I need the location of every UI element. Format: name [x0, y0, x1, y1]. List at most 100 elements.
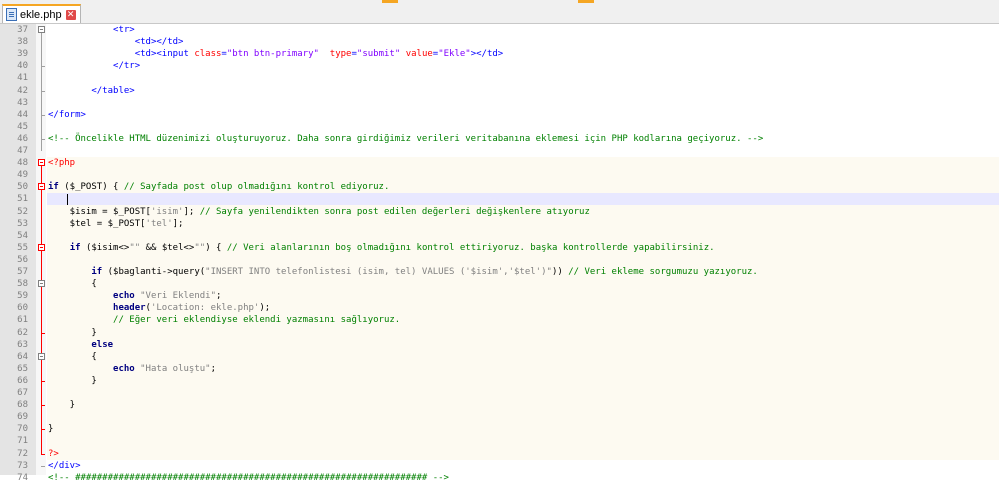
fold-toggle-icon[interactable] [38, 280, 45, 287]
code-text: </form> [48, 109, 86, 121]
code-text: } [48, 399, 75, 411]
code-line[interactable]: 53 $tel = $_POST['tel']; [0, 218, 999, 230]
code-token: "Veri Eklendi" [140, 291, 216, 301]
code-token: "" [194, 243, 206, 253]
code-line[interactable]: 68 } [0, 399, 999, 411]
code-line[interactable]: 37 <tr> [0, 24, 999, 36]
code-line[interactable]: 70} [0, 423, 999, 435]
code-line[interactable]: 59 echo "Veri Eklendi"; [0, 290, 999, 302]
fold-toggle-icon[interactable] [38, 244, 45, 251]
code-line[interactable]: 44 </form> [0, 109, 999, 121]
fold-toggle-icon[interactable] [38, 26, 45, 33]
code-line[interactable]: 43 [0, 97, 999, 109]
code-line[interactable]: 73 </div> [0, 460, 999, 472]
code-text: $isim = $_POST['isim']; // Sayfa yenilen… [48, 206, 590, 218]
code-token: } [48, 400, 76, 410]
code-line[interactable]: 71 [0, 435, 999, 447]
fold-guide-line [41, 33, 42, 151]
code-line[interactable]: 62 } [0, 327, 999, 339]
fold-end-marker [41, 333, 45, 334]
code-text: } [48, 327, 96, 339]
code-line[interactable]: 51 [0, 193, 999, 205]
code-line[interactable]: 66 } [0, 375, 999, 387]
code-token: } [48, 424, 54, 434]
code-line[interactable]: 45 [0, 121, 999, 133]
fold-end-marker [41, 405, 45, 406]
line-number: 44 [17, 110, 28, 120]
line-number: 50 [17, 182, 28, 192]
code-editor[interactable]: 37 <tr> 38 <td></td> 39 <td><input class="… [0, 24, 999, 483]
code-line[interactable]: 38 <td></td> [0, 36, 999, 48]
line-number: 38 [17, 37, 28, 47]
line-number: 41 [17, 73, 28, 83]
code-text: // Eğer veri eklendiyse eklendi yazmasın… [48, 314, 400, 326]
code-token: header [113, 303, 146, 313]
code-token: ; [210, 364, 217, 374]
code-text: if ($_POST) { // Sayfada post olup olmad… [48, 181, 389, 193]
code-line[interactable]: 47 [0, 145, 999, 157]
line-number: 66 [17, 376, 28, 386]
code-token: <!-- Öncelikle HTML düzenimizi oluşturuy… [48, 134, 764, 144]
fold-toggle-icon[interactable] [38, 159, 45, 166]
code-line[interactable]: 63 else [0, 339, 999, 351]
code-line[interactable]: 61 // Eğer veri eklendiyse eklendi yazma… [0, 314, 999, 326]
code-text: { [48, 278, 96, 290]
line-number: 71 [17, 436, 28, 446]
code-line[interactable]: 58 { [0, 278, 999, 290]
code-token: ]; [172, 219, 184, 229]
code-line[interactable]: 74 <!-- #################################… [0, 472, 999, 484]
code-line[interactable]: 49 [0, 169, 999, 181]
code-token: 'isim' [150, 207, 184, 217]
code-token: "Hata oluştu" [140, 364, 211, 374]
code-line[interactable]: 67 [0, 387, 999, 399]
code-line[interactable]: 42 </table> [0, 85, 999, 97]
line-number: 64 [17, 352, 28, 362]
code-text: echo "Veri Eklendi"; [48, 290, 221, 302]
code-text: <td><input class="btn btn-primary" type=… [48, 48, 504, 60]
code-token: $tel = $_POST[ [48, 219, 146, 229]
line-number: 47 [17, 146, 28, 156]
line-number: 70 [17, 424, 28, 434]
line-number: 58 [17, 279, 28, 289]
line-number: 63 [17, 340, 28, 350]
code-token: ); [259, 303, 271, 313]
tab-label: ekle.php [20, 8, 62, 21]
tab-ekle-php[interactable]: ekle.php ✕ [2, 4, 81, 23]
close-icon[interactable]: ✕ [65, 9, 76, 20]
code-line[interactable]: 56 [0, 254, 999, 266]
code-token: ></td> [470, 49, 504, 59]
fold-end-marker [41, 466, 45, 467]
code-token: // Eğer veri eklendiyse eklendi yazmasın… [113, 315, 401, 325]
code-line[interactable]: 40 </tr> [0, 60, 999, 72]
code-line[interactable]: 55 if ($isim<>"" && $tel<>"") { // Veri … [0, 242, 999, 254]
code-token: <?php [48, 158, 76, 168]
code-line[interactable]: 48 <?php [0, 157, 999, 169]
code-token: if [48, 182, 59, 192]
code-token: if [91, 267, 103, 277]
line-number: 55 [17, 243, 28, 253]
code-line[interactable]: 57 if ($baglanti->query("INSERT INTO tel… [0, 266, 999, 278]
code-line[interactable]: 41 [0, 72, 999, 84]
fold-toggle-icon[interactable] [38, 183, 45, 190]
code-line[interactable]: 54 [0, 230, 999, 242]
code-line[interactable]: 52 $isim = $_POST['isim']; // Sayfa yeni… [0, 206, 999, 218]
code-text: <?php [48, 157, 75, 169]
code-line[interactable]: 50 if ($_POST) { // Sayfada post olup olm… [0, 181, 999, 193]
code-token: && $tel<> [140, 243, 195, 253]
code-line[interactable]: 60 header('Location: ekle.php'); [0, 302, 999, 314]
code-line[interactable]: 65 echo "Hata oluştu"; [0, 363, 999, 375]
code-line[interactable]: 69 [0, 411, 999, 423]
code-text: } [48, 375, 96, 387]
code-line[interactable]: 64 { [0, 351, 999, 363]
code-line[interactable]: 72 ?> [0, 448, 999, 460]
code-line[interactable]: 46 <!-- Öncelikle HTML düzenimizi oluştur… [0, 133, 999, 145]
code-token: "submit" [356, 49, 401, 59]
fold-toggle-icon[interactable] [38, 353, 45, 360]
code-line[interactable]: 39 <td><input class="btn btn-primary" ty… [0, 48, 999, 60]
code-text: <td></td> [48, 36, 184, 48]
